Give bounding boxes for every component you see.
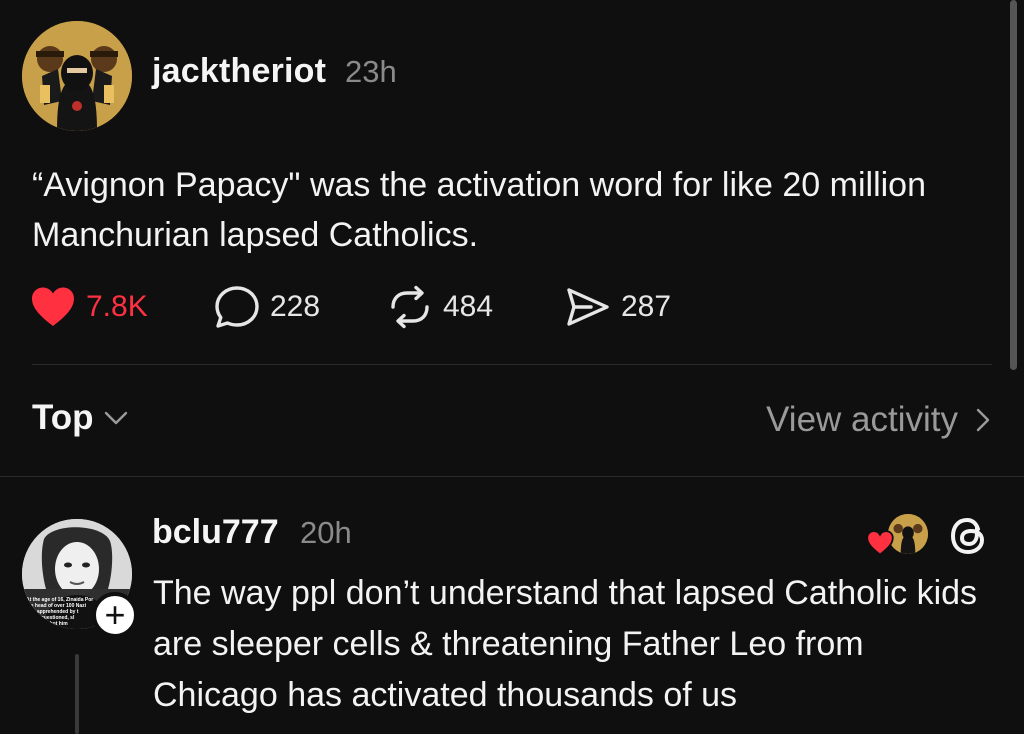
- share-button[interactable]: 287: [565, 284, 671, 330]
- follow-button[interactable]: +: [92, 592, 138, 638]
- author-avatar[interactable]: [22, 21, 132, 131]
- post-text: “Avignon Papacy" was the activation word…: [32, 166, 926, 254]
- reply-text: The way ppl don’t understand that lapsed…: [153, 574, 978, 714]
- divider: [32, 364, 992, 365]
- avatar-illustration: [888, 514, 928, 554]
- sort-label: Top: [32, 398, 94, 437]
- view-activity-link[interactable]: View activity: [766, 400, 990, 440]
- reply-timestamp: 20h: [300, 515, 352, 550]
- chevron-down-icon: [104, 411, 127, 425]
- like-button[interactable]: 7.8K: [30, 284, 148, 330]
- share-count: 287: [621, 290, 672, 323]
- heart-icon: [32, 287, 74, 326]
- view-activity-label: View activity: [766, 400, 958, 439]
- repost-button[interactable]: 484: [387, 284, 493, 330]
- plus-icon: +: [104, 594, 126, 635]
- scrollbar[interactable]: [1010, 0, 1017, 370]
- liked-by-author-indicator: [866, 512, 930, 560]
- repost-icon: [391, 285, 429, 329]
- reply-author-username[interactable]: bclu777: [152, 513, 279, 552]
- send-icon: [567, 288, 609, 326]
- divider: [0, 476, 1024, 477]
- like-count: 7.8K: [86, 290, 148, 323]
- repost-count: 484: [443, 290, 494, 323]
- sort-dropdown[interactable]: Top: [32, 398, 128, 438]
- thread-line: [75, 654, 79, 734]
- comment-bubble-icon: [215, 286, 259, 328]
- author-username[interactable]: jacktheriot: [152, 52, 326, 91]
- comment-button[interactable]: 228: [214, 284, 320, 330]
- threads-logo-icon[interactable]: [946, 513, 992, 559]
- comment-count: 228: [270, 290, 321, 323]
- chevron-right-icon: [976, 408, 990, 432]
- avatar-illustration: [22, 21, 132, 131]
- liked-by-avatar: [888, 514, 928, 554]
- heart-icon: [866, 530, 894, 556]
- post-timestamp: 23h: [345, 54, 397, 89]
